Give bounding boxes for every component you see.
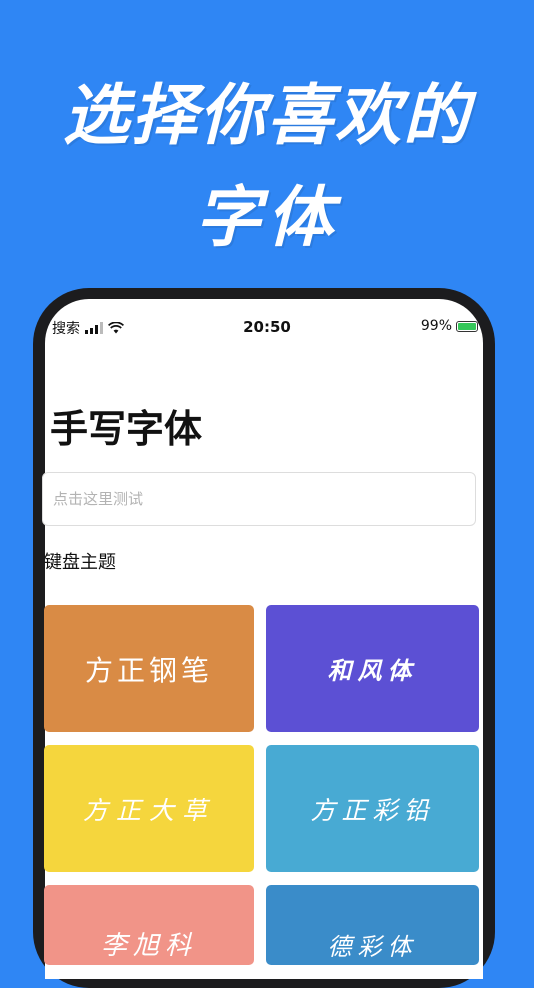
test-input[interactable] xyxy=(42,472,476,526)
battery-charging-icon xyxy=(456,320,478,332)
page-title: 手写字体 xyxy=(50,409,203,451)
font-tile-lixuke[interactable]: 李旭科 xyxy=(44,885,254,965)
font-tile-decai[interactable]: 德彩体 xyxy=(266,885,479,965)
font-tile-fangzheng-cursive[interactable]: 方正大草 xyxy=(44,745,254,872)
battery-percent: 99% xyxy=(420,318,452,334)
promo-headline-line1: 选择你喜欢的 xyxy=(63,76,471,154)
status-right: 99% xyxy=(421,318,478,334)
status-bar: 搜索 20:50 99% xyxy=(52,316,480,338)
font-tile-fangzheng-crayon[interactable]: 方正彩铅 xyxy=(266,745,479,872)
status-time: 20:50 xyxy=(243,318,291,336)
section-title-keyboard-themes: 键盘主题 xyxy=(44,552,116,572)
font-tile-fangzheng-pen[interactable]: 方正钢笔 xyxy=(44,605,254,732)
promo-headline-line2: 字体 xyxy=(195,178,339,256)
font-tile-hefeng[interactable]: 和风体 xyxy=(266,605,479,732)
